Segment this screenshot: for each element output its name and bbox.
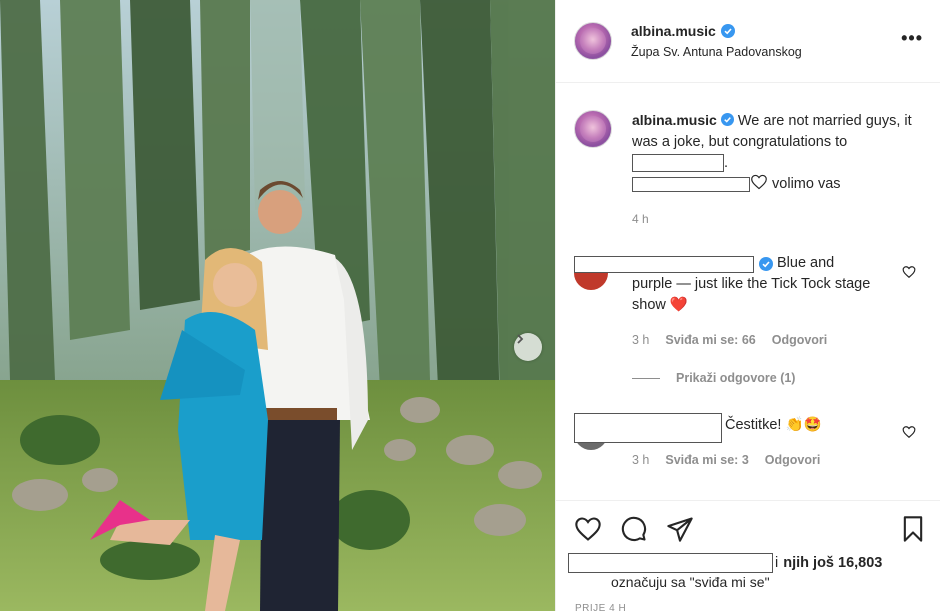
- next-image-button[interactable]: [514, 333, 542, 361]
- redacted-username: [574, 413, 722, 443]
- reply-button[interactable]: Odgovori: [772, 333, 828, 347]
- likes-count-link[interactable]: njih još 16,803: [783, 555, 882, 571]
- avatar[interactable]: [574, 22, 612, 60]
- comment-meta: 3 h Sviđa mi se: 66 Odgovori: [632, 333, 827, 347]
- caption-time: 4 h: [632, 212, 649, 226]
- comment-like-count[interactable]: Sviđa mi se: 3: [665, 453, 748, 467]
- comment-emoji: ❤️: [669, 297, 688, 313]
- comment-like-count[interactable]: Sviđa mi se: 66: [665, 333, 755, 347]
- photo-illustration: [0, 0, 555, 611]
- like-comment-heart-icon[interactable]: [902, 425, 916, 439]
- like-heart-icon[interactable]: [574, 515, 602, 543]
- likes-subtext: označuju sa "sviđa mi se": [611, 574, 770, 590]
- comment-text-content: Blue and purple — just like the Tick Toc…: [632, 255, 871, 313]
- post-timestamp: PRIJE 4 H: [575, 603, 627, 611]
- view-replies-button[interactable]: Prikaži odgovore (1): [632, 371, 795, 385]
- post-author-username[interactable]: albina.music: [631, 23, 716, 39]
- more-options-icon[interactable]: •••: [901, 28, 923, 49]
- verified-badge-icon: [720, 24, 735, 38]
- save-bookmark-icon[interactable]: [899, 515, 927, 543]
- comment-bubble-icon[interactable]: [620, 515, 648, 543]
- post-photo: [0, 0, 555, 611]
- likes-prefix: i: [775, 555, 779, 571]
- caption-username[interactable]: albina.music: [632, 112, 717, 128]
- like-comment-heart-icon[interactable]: [902, 265, 916, 279]
- redacted-mention: [632, 154, 724, 173]
- reply-button[interactable]: Odgovori: [765, 453, 821, 467]
- comment-text: Blue and purple — just like the Tick Toc…: [632, 253, 872, 316]
- caption: albina.music We are not married guys, it…: [632, 110, 912, 230]
- header-user-row: albina.music: [631, 23, 735, 39]
- view-replies-label: Prikaži odgovore (1): [676, 371, 796, 385]
- comment-time: 3 h: [632, 333, 650, 347]
- post-location[interactable]: Župa Sv. Antuna Padovanskog: [631, 45, 802, 59]
- verified-badge-icon: [720, 113, 734, 126]
- comment-meta: 3 h Sviđa mi se: 3 Odgovori: [632, 453, 820, 467]
- chevron-right-icon: [517, 334, 524, 344]
- redacted-mention: [632, 176, 750, 192]
- caption-text-3: volimo vas: [772, 176, 841, 192]
- caption-avatar[interactable]: [574, 110, 612, 148]
- comment-text-content: Čestitke!: [725, 417, 782, 433]
- comment-text: Čestitke! 👏🤩: [725, 415, 885, 436]
- divider: [632, 377, 660, 379]
- post-header: albina.music Župa Sv. Antuna Padovanskog…: [556, 0, 940, 83]
- share-direct-icon[interactable]: [666, 515, 694, 543]
- caption-text-2: .: [724, 155, 729, 171]
- heart-outline-icon: [751, 174, 767, 190]
- comment-time: 3 h: [632, 453, 650, 467]
- redacted-liker: [568, 553, 773, 573]
- post-actions: i njih još 16,803 označuju sa "sviđa mi …: [556, 500, 940, 611]
- likes-summary: i njih još 16,803: [568, 553, 882, 573]
- comment-emoji: 👏🤩: [785, 417, 822, 433]
- post-side-panel: albina.music Župa Sv. Antuna Padovanskog…: [555, 0, 940, 611]
